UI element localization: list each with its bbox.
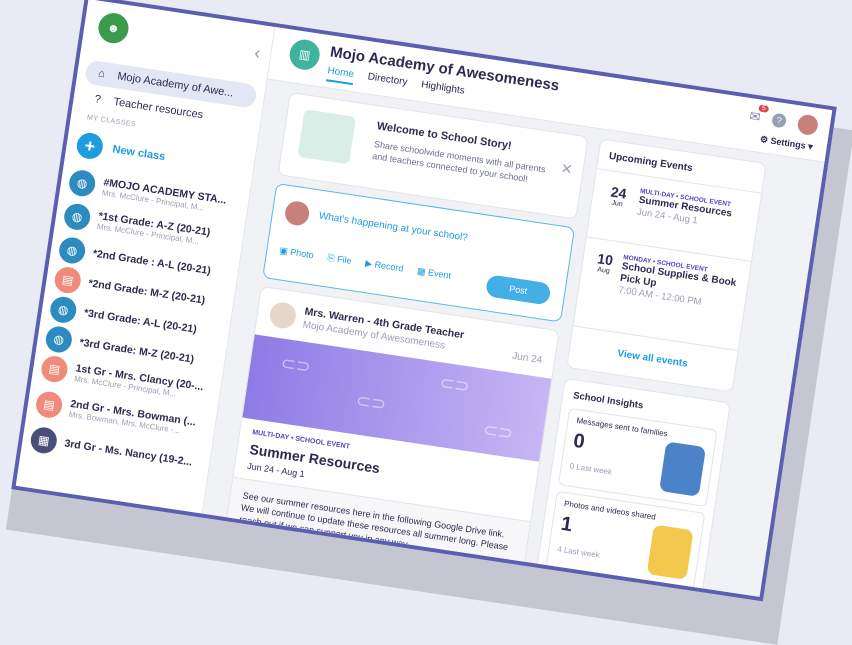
school-icon: ▥ — [287, 37, 322, 72]
monster-illustration — [646, 524, 694, 580]
class-name: 3rd Gr - Ms. Nancy (19-2... — [63, 437, 193, 469]
metric-card[interactable]: Messages sent to families 0 0 Last week — [557, 407, 718, 508]
collapse-sidebar-icon[interactable]: ‹ — [253, 42, 262, 64]
globe-icon: ◍ — [67, 168, 97, 198]
tab-home[interactable]: Home — [325, 65, 355, 86]
record-button[interactable]: ▶ Record — [364, 257, 405, 275]
photo-button[interactable]: ▣ Photo — [279, 245, 315, 261]
new-class-label: New class — [111, 143, 167, 164]
event-label: Event — [427, 267, 452, 281]
metric-value: 0 — [571, 429, 587, 454]
event-item[interactable]: 10 Aug MONDAY • SCHOOL EVENT School Suppli… — [589, 250, 742, 313]
home-icon: ⌂ — [97, 67, 106, 81]
close-icon[interactable]: ✕ — [560, 160, 574, 179]
globe-icon: ◍ — [57, 235, 87, 266]
avatar — [283, 199, 311, 227]
new-class-button[interactable]: + New class — [75, 131, 167, 170]
calendar-icon: ▦ — [416, 265, 427, 277]
record-label: Record — [373, 259, 405, 274]
globe-icon: ◍ — [48, 295, 79, 325]
class-name: *3rd Grade: A-L (20-21) — [83, 306, 198, 336]
composer-input[interactable]: What's happening at your school? — [318, 211, 468, 244]
globe-icon: ◍ — [62, 202, 92, 232]
tab-highlights[interactable]: Highlights — [420, 79, 465, 101]
globe-icon: ◍ — [44, 324, 74, 355]
monster-illustration — [659, 441, 707, 497]
metric-value: 1 — [559, 512, 574, 537]
event-item[interactable]: 24 Jun MULTI-DAY • SCHOOL EVENT Summer Res… — [601, 182, 752, 234]
question-icon: ? — [93, 93, 102, 106]
metric-sub: 0 Last week — [569, 461, 613, 477]
paperclip-icon: ⊂⊃ — [279, 352, 313, 377]
upcoming-events-card: Upcoming Events 24 Jun MULTI-DAY • SCHOOL… — [566, 138, 767, 393]
post-date: Jun 24 — [511, 350, 543, 367]
notebook-icon: ▤ — [34, 389, 64, 420]
file-button[interactable]: ⎘ File — [326, 252, 353, 266]
metric-label: Photos and videos shared — [563, 499, 657, 522]
tab-directory[interactable]: Directory — [366, 71, 408, 93]
paperclip-icon: ⎘ — [326, 252, 336, 264]
school-illustration — [297, 109, 357, 165]
calendar-icon: ▦ — [29, 425, 59, 456]
paperclip-icon: ⊂⊃ — [438, 372, 472, 397]
paperclip-icon: ⊂⊃ — [481, 419, 515, 444]
avatar — [268, 300, 298, 331]
event-banner: ⊂⊃ ⊂⊃ ⊂⊃ ⊂⊃ — [242, 334, 552, 462]
photo-label: Photo — [289, 246, 315, 261]
school-insights-card: School Insights Messages sent to familie… — [534, 377, 731, 602]
composer-actions: ▣ Photo ⎘ File ▶ Record ▦ Event — [279, 245, 452, 281]
help-icon[interactable]: ? — [771, 112, 788, 129]
avatar[interactable] — [796, 113, 820, 137]
notebook-icon: ▤ — [52, 265, 83, 295]
event-button[interactable]: ▦ Event — [416, 266, 451, 282]
post-button[interactable]: Post — [484, 274, 552, 306]
notifications-icon[interactable]: ✉ 5 — [748, 104, 770, 125]
plus-icon: + — [75, 131, 105, 161]
event-day: 10 — [596, 250, 615, 269]
main-content: ▥ Mojo Academy of Awesomeness Home Direc… — [202, 27, 833, 602]
metric-sub: 4 Last week — [556, 544, 601, 560]
notebook-icon: ▤ — [39, 354, 70, 384]
notification-badge: 5 — [758, 104, 770, 113]
top-right-controls: ✉ 5 ? — [748, 104, 820, 137]
settings-label: Settings — [769, 135, 807, 151]
classdojo-logo[interactable]: ☻ — [96, 11, 131, 46]
file-label: File — [336, 253, 353, 266]
record-icon: ▶ — [364, 257, 373, 269]
photo-icon: ▣ — [278, 245, 289, 257]
settings-button[interactable]: ⚙ Settings ▾ — [759, 134, 813, 153]
sidebar-item-label: Teacher resources — [112, 96, 204, 122]
insights-heading: School Insights — [572, 390, 644, 412]
metric-label: Messages sent to families — [575, 415, 669, 439]
paperclip-icon: ⊂⊃ — [354, 390, 388, 415]
